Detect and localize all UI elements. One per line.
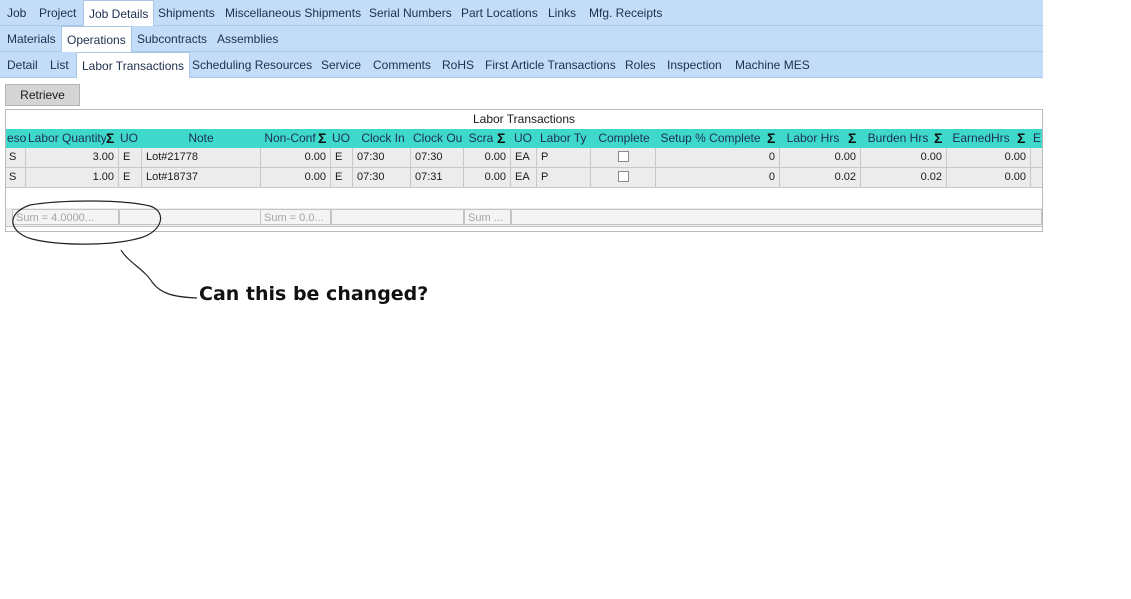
annotation-arrow-line: [120, 249, 198, 299]
annotation-ellipse: [12, 200, 162, 245]
annotation-overlay: [12, 200, 198, 299]
annotation-text: Can this be changed?: [199, 283, 429, 305]
